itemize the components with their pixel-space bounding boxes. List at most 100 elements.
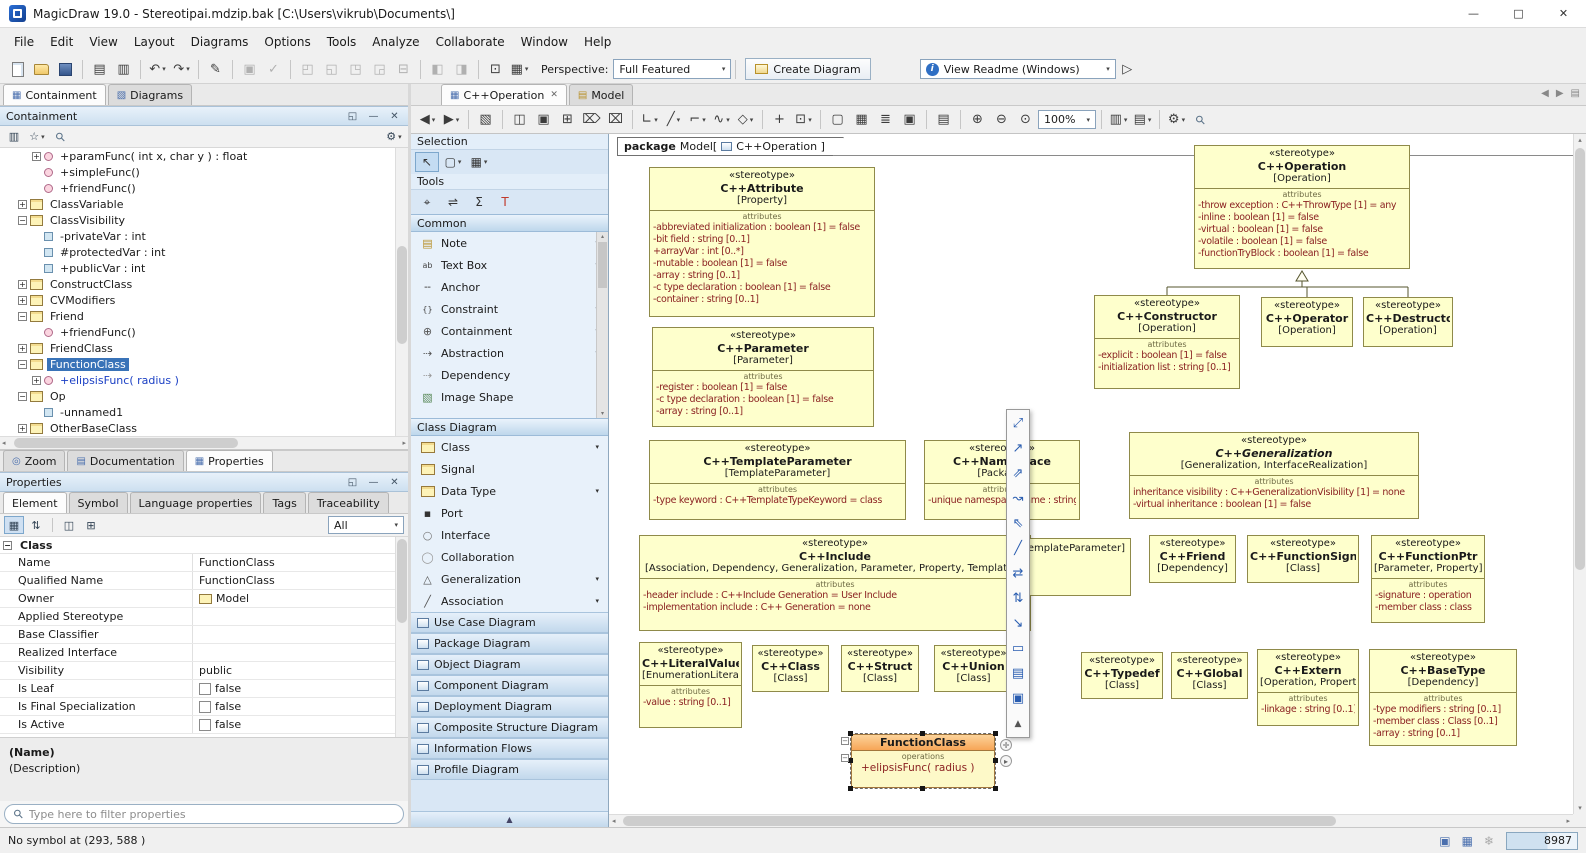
show-containment-icon[interactable]: ▧ xyxy=(474,108,497,131)
chevron-down-icon[interactable]: ▾ xyxy=(595,575,599,583)
memory-indicator[interactable]: 8987 xyxy=(1506,832,1578,850)
selection-handle[interactable] xyxy=(993,758,998,763)
selection-mode-icon[interactable]: ▢ xyxy=(826,108,849,131)
property-row-visibility[interactable]: Visibilitypublic xyxy=(0,662,395,680)
plain-link-icon[interactable]: ╱ xyxy=(1008,537,1028,560)
property-value[interactable]: false xyxy=(193,698,395,715)
tree-item-publicvar-int[interactable]: +publicVar : int xyxy=(0,260,395,276)
palette-item-abstraction[interactable]: ⇢Abstraction▾ xyxy=(411,342,608,364)
smart-manipulator-icon[interactable]: ▸ xyxy=(1000,755,1012,767)
canvas-vertical-scrollbar[interactable]: ▴ ▾ xyxy=(1573,134,1586,814)
report-wizard-icon[interactable]: ✎ xyxy=(204,58,227,81)
diagram-tab-c-operation[interactable]: ▦C++Operation✕ xyxy=(441,84,567,105)
canvas-horizontal-scrollbar[interactable]: ◂ ▸ xyxy=(609,814,1573,827)
scrollbar-thumb[interactable] xyxy=(14,438,238,448)
tree-vertical-scrollbar[interactable] xyxy=(395,148,408,436)
undo-icon[interactable]: ↶▾ xyxy=(146,58,169,81)
insert-shape-icon[interactable]: ⊡▾ xyxy=(792,108,815,131)
menu-options[interactable]: Options xyxy=(256,31,318,53)
menu-analyze[interactable]: Analyze xyxy=(364,31,427,53)
maximize-button[interactable]: □ xyxy=(1496,0,1541,27)
close-tab-icon[interactable]: ✕ xyxy=(550,90,558,100)
close-panel-icon[interactable]: ✕ xyxy=(387,477,402,488)
collapse-icon[interactable]: − xyxy=(18,216,27,225)
smart-manipulator-icon[interactable]: ✛ xyxy=(1000,739,1012,751)
property-row-owner[interactable]: OwnerModel xyxy=(0,590,395,608)
customize-properties-icon[interactable]: ⊞ xyxy=(81,516,101,534)
grid-icon[interactable]: ▦ xyxy=(850,108,873,131)
tree-item-classvariable[interactable]: +ClassVariable xyxy=(0,196,395,212)
palette-section-component-diagram[interactable]: Component Diagram xyxy=(411,675,608,696)
scroll-left-icon[interactable]: ◂ xyxy=(612,817,616,825)
stereotype-box-cpp-function-ptr[interactable]: «stereotype»C++FunctionPtr[Parameter, Pr… xyxy=(1371,535,1485,623)
tree-horizontal-scrollbar[interactable]: ◂ ▸ xyxy=(0,436,408,449)
zoom-out-icon[interactable]: ⊖ xyxy=(990,108,1013,131)
stereotype-box-cpp-namespace[interactable]: «stereotype»C++Namespace[Package]attribu… xyxy=(924,440,1080,520)
menu-help[interactable]: Help xyxy=(576,31,619,53)
find-in-diagram-icon[interactable]: ⚲ xyxy=(1189,108,1212,131)
menu-tools[interactable]: Tools xyxy=(319,31,365,53)
rectilinear-path-icon[interactable]: ∟▾ xyxy=(638,108,661,131)
vertical-link-icon[interactable]: ⇅ xyxy=(1008,587,1028,610)
tree-item-classvisibility[interactable]: −ClassVisibility xyxy=(0,212,395,228)
categorized-view-icon[interactable]: ▦ xyxy=(4,516,24,534)
palette-category-common[interactable]: Common xyxy=(411,214,608,232)
palette-scrollbar[interactable]: ▴▾ xyxy=(596,232,608,418)
property-value[interactable]: FunctionClass xyxy=(193,554,395,571)
selection-handle[interactable] xyxy=(920,786,925,791)
collapse-icon[interactable]: − xyxy=(3,541,12,550)
properties-scrollbar[interactable] xyxy=(395,537,408,737)
tree-item-unnamed1[interactable]: -unnamed1 xyxy=(0,404,395,420)
selection-handle[interactable] xyxy=(920,731,925,736)
layers-icon[interactable]: ≣ xyxy=(874,108,897,131)
validation-status-icon[interactable]: ▣ xyxy=(1439,834,1450,848)
tree-item-functionclass[interactable]: −FunctionClass xyxy=(0,356,395,372)
diagram-options-icon[interactable]: ⚙▾ xyxy=(1165,108,1188,131)
property-group-class[interactable]: −Class xyxy=(0,537,395,554)
diagram-list-icon[interactable]: ▤ xyxy=(1571,88,1580,99)
scrollbar-thumb[interactable] xyxy=(598,242,607,288)
menu-window[interactable]: Window xyxy=(513,31,576,53)
property-value[interactable] xyxy=(193,626,395,643)
palette-item-collaboration[interactable]: ◯Collaboration xyxy=(411,546,608,568)
palette-item-generalization[interactable]: △Generalization▾ xyxy=(411,568,608,590)
stereotype-box-cpp-operation[interactable]: «stereotype»C++Operation[Operation]attri… xyxy=(1194,145,1410,269)
scrollbar-thumb[interactable] xyxy=(1575,148,1585,570)
note-icon[interactable]: ▤ xyxy=(932,108,955,131)
stereotype-box-cpp-generalization[interactable]: «stereotype»C++Generalization[Generaliza… xyxy=(1129,432,1419,519)
palette-item-anchor[interactable]: ╌Anchor xyxy=(411,276,608,298)
stereotype-box-cpp-union[interactable]: «stereotype»C++Union[Class] xyxy=(934,645,1013,692)
compartment-toggle-icon[interactable]: − xyxy=(841,737,849,745)
previous-diagram-icon[interactable]: ◀ xyxy=(1541,88,1549,99)
tree-item-protectedvar-int[interactable]: #protectedVar : int xyxy=(0,244,395,260)
dock-tab-diagrams[interactable]: ▧Diagrams xyxy=(108,84,192,105)
scroll-down-icon[interactable]: ▾ xyxy=(1578,804,1582,812)
scroll-right-icon[interactable]: ▸ xyxy=(402,439,406,447)
stereotype-box-cpp-constructor[interactable]: «stereotype»C++Constructor[Operation]att… xyxy=(1094,295,1240,389)
open-in-new-tree-icon[interactable]: ▥ xyxy=(4,128,24,146)
stereotype-box-cpp-destructor[interactable]: «stereotype»C++Destructor[Operation] xyxy=(1363,297,1453,347)
palette-item-dependency[interactable]: ⇢Dependency xyxy=(411,364,608,386)
collapse-icon[interactable]: − xyxy=(18,392,27,401)
tree-item-otherbaseclass[interactable]: +OtherBaseClass xyxy=(0,420,395,436)
palette-item-class[interactable]: Class▾ xyxy=(411,436,608,458)
properties-tab-symbol[interactable]: Symbol xyxy=(69,492,128,513)
palette-item-association[interactable]: ╱Association▾ xyxy=(411,590,608,612)
usage-map-icon[interactable]: ⊡ xyxy=(484,58,507,81)
minimize-button[interactable]: — xyxy=(1451,0,1496,27)
stereotype-box-cpp-operator[interactable]: «stereotype»C++Operator[Operation] xyxy=(1261,297,1353,347)
summary-tool-icon[interactable]: Σ xyxy=(467,192,491,212)
stereotype-box-cpp-literal-value[interactable]: «stereotype»C++LiteralValue[EnumerationL… xyxy=(639,642,742,728)
palette-section-package-diagram[interactable]: Package Diagram xyxy=(411,633,608,654)
selection-handle[interactable] xyxy=(993,786,998,791)
stereotype-box-cpp-struct[interactable]: «stereotype»C++Struct[Class] xyxy=(841,645,919,692)
dependency-link-icon[interactable]: ↝ xyxy=(1008,487,1028,510)
menu-view[interactable]: View xyxy=(81,31,125,53)
bottom-tab-properties[interactable]: ▦Properties xyxy=(186,450,273,471)
scrollbar-thumb[interactable] xyxy=(397,246,407,344)
palette-section-deployment-diagram[interactable]: Deployment Diagram xyxy=(411,696,608,717)
redo-icon[interactable]: ↷▾ xyxy=(170,58,193,81)
tree-item-constructclass[interactable]: +ConstructClass xyxy=(0,276,395,292)
palette-section-use-case-diagram[interactable]: Use Case Diagram xyxy=(411,612,608,633)
scroll-right-icon[interactable]: ▸ xyxy=(1566,817,1570,825)
